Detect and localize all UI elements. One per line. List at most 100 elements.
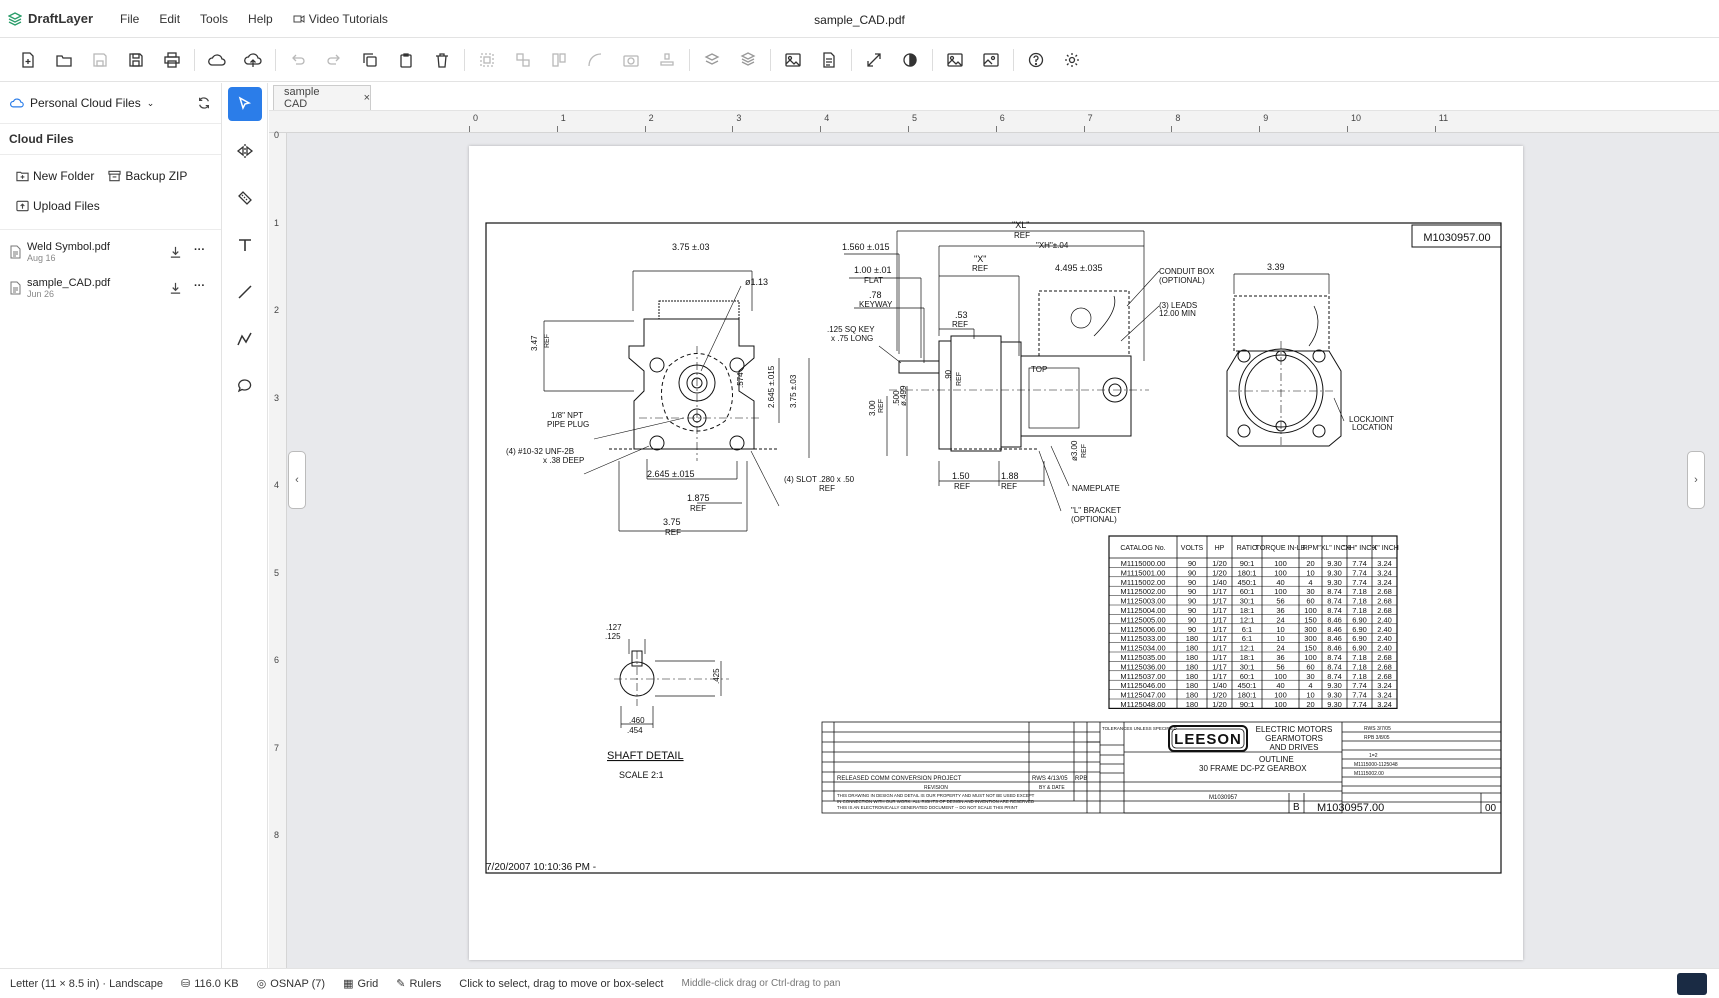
copy-icon[interactable] (352, 44, 388, 76)
dim-label: (4) SLOT .280 x .50 (784, 475, 855, 484)
table-cell: 6:1 (1242, 625, 1252, 634)
tb-text: THIS DRAWING IN DESIGN AND DETAIL IS OUR… (837, 793, 1035, 798)
collapse-left-button[interactable]: ‹ (288, 451, 306, 509)
redo-icon[interactable] (316, 44, 352, 76)
image-icon[interactable] (775, 44, 811, 76)
select-tool-icon[interactable] (228, 87, 262, 121)
stamp-icon[interactable] (649, 44, 685, 76)
menu-file[interactable]: File (110, 12, 149, 26)
cloud-upload-icon[interactable] (235, 44, 271, 76)
mirror-tool-icon[interactable] (228, 134, 262, 168)
rulers-toggle[interactable]: ✎ Rulers (396, 977, 441, 991)
menu-edit[interactable]: Edit (149, 12, 190, 26)
group-icon[interactable] (469, 44, 505, 76)
menu-tools[interactable]: Tools (190, 12, 238, 26)
osnap-toggle[interactable]: ◎ OSNAP (7) (257, 977, 325, 991)
table-cell: M1125046.00 (1120, 681, 1165, 690)
dim-label: 3.39 (1267, 262, 1285, 272)
download-icon[interactable] (169, 282, 182, 295)
layers-icon[interactable] (694, 44, 730, 76)
table-cell: M1125002.00 (1120, 587, 1165, 596)
ungroup-icon[interactable] (505, 44, 541, 76)
measure-tool-icon[interactable] (228, 181, 262, 215)
table-cell: 1/17 (1212, 606, 1227, 615)
polyline-tool-icon[interactable] (228, 322, 262, 356)
open-folder-icon[interactable] (46, 44, 82, 76)
refresh-icon[interactable] (197, 96, 211, 110)
table-cell: 30:1 (1240, 662, 1255, 671)
more-options-icon[interactable]: ··· (194, 280, 205, 295)
table-cell: 180 (1186, 700, 1199, 709)
grid-icon: ▦ (343, 978, 354, 990)
ruler-tick-label: 0 (473, 113, 479, 123)
line-tool-icon[interactable] (228, 275, 262, 309)
paste-icon[interactable] (388, 44, 424, 76)
panel-toggle-icon[interactable] (1677, 973, 1707, 995)
ruler-tick (1347, 126, 1348, 132)
close-icon[interactable]: × (364, 92, 370, 104)
drawing-canvas[interactable]: 0 1 2 3 4 5 6 7 8 9 10 11 012345678 M1030957.00 (269, 111, 1719, 968)
layers-stack-icon[interactable] (730, 44, 766, 76)
contrast-icon[interactable] (892, 44, 928, 76)
table-cell: 180 (1186, 634, 1199, 643)
upload-files-button[interactable]: Upload Files (16, 199, 100, 213)
align-icon[interactable] (541, 44, 577, 76)
storage-selector[interactable]: Personal Cloud Files ⌄ (0, 83, 221, 123)
new-file-icon[interactable] (10, 44, 46, 76)
tb-text: GEARMOTORS (1265, 734, 1323, 743)
grid-toggle[interactable]: ▦ Grid (343, 977, 378, 991)
file-date: Aug 16 (27, 253, 56, 263)
download-icon[interactable] (169, 246, 182, 259)
toolbar-separator (275, 49, 276, 71)
paper-sheet[interactable]: M1030957.00 3.75 ±.03 ø1.13 3.47 REF 1/8… (469, 146, 1523, 960)
save-as-icon[interactable] (118, 44, 154, 76)
delete-icon[interactable] (424, 44, 460, 76)
file-item[interactable]: sample_CAD.pdf Jun 26 ··· (0, 270, 221, 306)
table-cell: 2.40 (1377, 634, 1392, 643)
document-tabs: sample CAD × (269, 83, 1719, 111)
cloud-icon[interactable] (199, 44, 235, 76)
menu-video-tutorials[interactable]: Video Tutorials (283, 12, 398, 26)
database-icon: ⛁ (180, 978, 191, 990)
text-tool-icon[interactable] (228, 228, 262, 262)
tab-sample-cad[interactable]: sample CAD × (273, 85, 371, 110)
image-import-icon[interactable] (973, 44, 1009, 76)
dim-label: ø3.00 (1070, 440, 1079, 461)
table-cell: 7.74 (1352, 578, 1367, 587)
menu-help[interactable]: Help (238, 12, 283, 26)
ruler-tick (556, 126, 558, 132)
dim-label: (OPTIONAL) (1071, 515, 1117, 524)
app-brand[interactable]: DraftLayer (0, 11, 110, 26)
comment-tool-icon[interactable] (228, 369, 262, 403)
dim-label: .125 SQ KEY (827, 325, 875, 334)
expand-icon[interactable] (856, 44, 892, 76)
dim-label: 4.495 ±.035 (1055, 263, 1102, 273)
image-export-icon[interactable] (937, 44, 973, 76)
save-icon[interactable] (82, 44, 118, 76)
table-cell: 300 (1304, 634, 1317, 643)
print-icon[interactable] (154, 44, 190, 76)
tb-text: 30 FRAME DC-PZ GEARBOX (1199, 764, 1307, 773)
table-cell: 180 (1186, 681, 1199, 690)
backup-zip-button[interactable]: Backup ZIP (108, 169, 187, 183)
new-folder-button[interactable]: New Folder (16, 169, 94, 183)
help-icon[interactable] (1018, 44, 1054, 76)
toolbar-separator (194, 49, 195, 71)
ruler-tick-label: 11 (1438, 113, 1449, 123)
ruler-tick (1259, 126, 1261, 132)
more-options-icon[interactable]: ··· (194, 244, 205, 259)
curve-icon[interactable] (577, 44, 613, 76)
file-item[interactable]: Weld Symbol.pdf Aug 16 ··· (0, 234, 221, 270)
collapse-right-button[interactable]: › (1687, 451, 1705, 509)
table-cell: 6.90 (1352, 644, 1367, 653)
camera-icon[interactable] (613, 44, 649, 76)
undo-icon[interactable] (280, 44, 316, 76)
table-cell: M1125048.00 (1120, 700, 1165, 709)
ruler-tick-label: 6 (274, 655, 280, 665)
dim-label: "L" BRACKET (1071, 506, 1121, 515)
file-date: Jun 26 (27, 289, 55, 299)
document-icon[interactable] (811, 44, 847, 76)
table-cell: 8.46 (1327, 644, 1342, 653)
settings-gear-icon[interactable] (1054, 44, 1090, 76)
table-cell: 90 (1188, 578, 1196, 587)
